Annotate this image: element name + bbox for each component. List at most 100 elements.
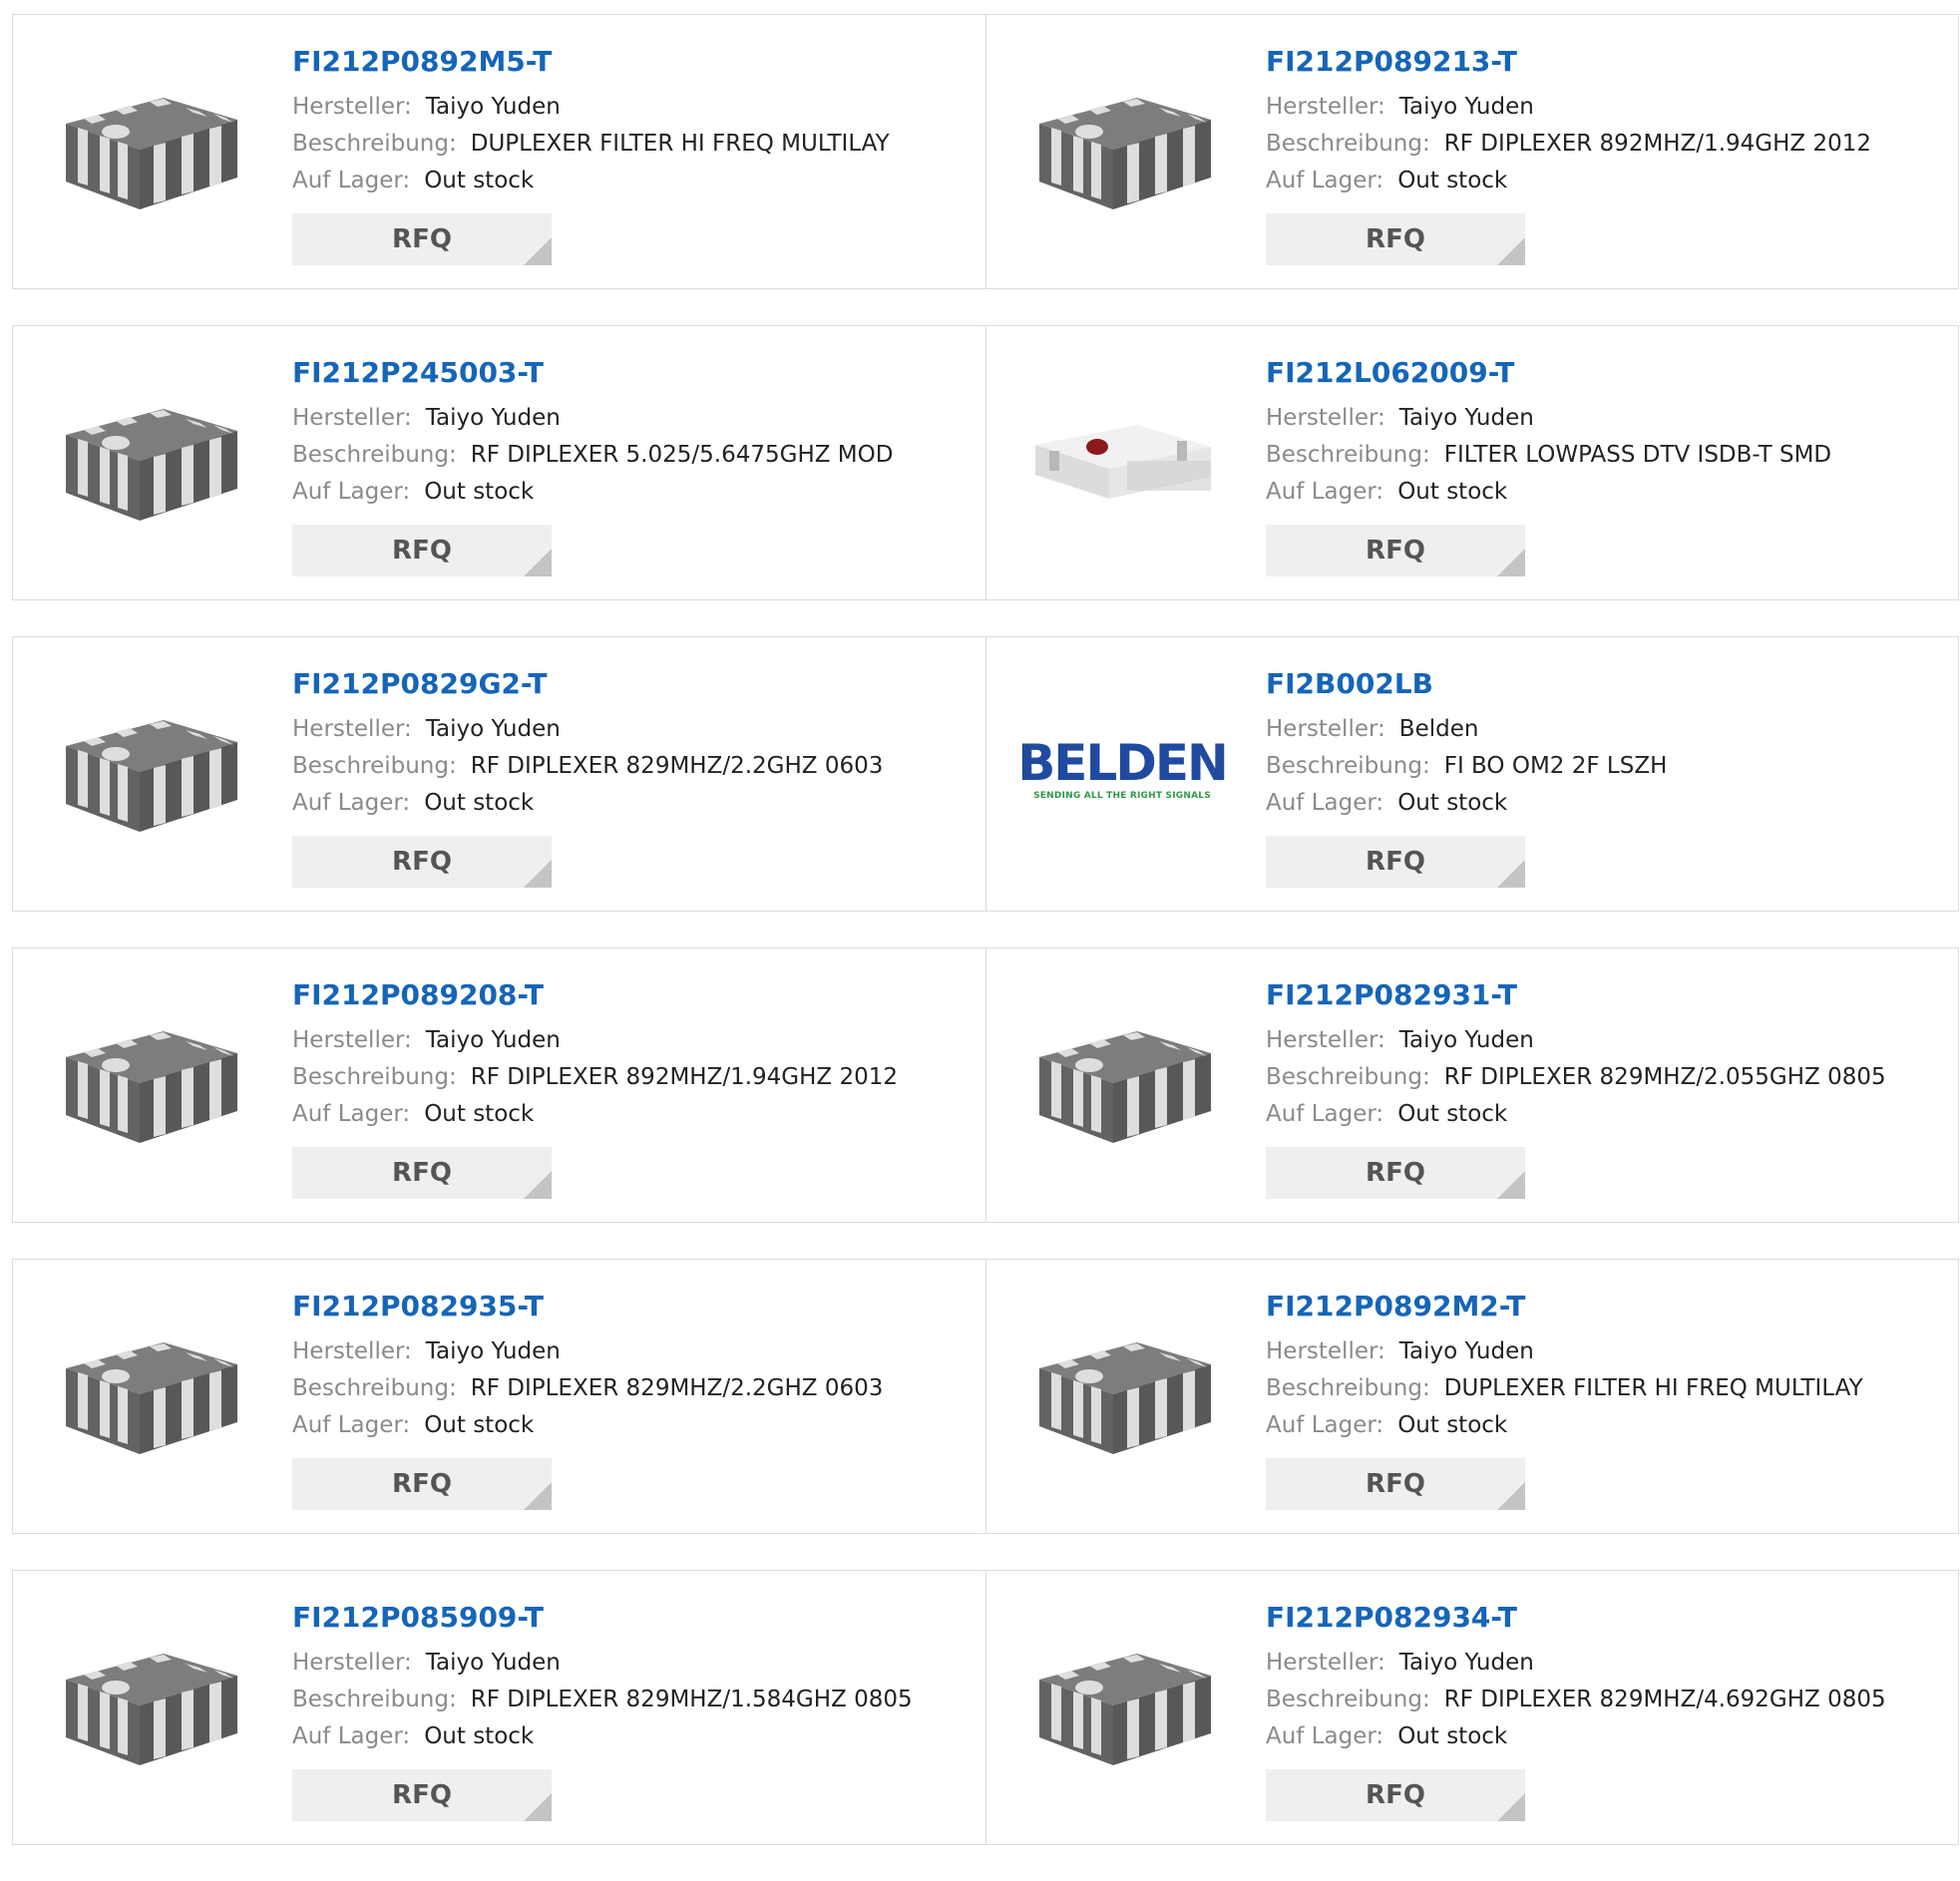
description-label: Beschreibung: bbox=[1266, 131, 1430, 157]
manufacturer-row: Hersteller: Taiyo Yuden bbox=[1266, 1645, 1938, 1682]
description-label: Beschreibung: bbox=[1266, 753, 1430, 779]
part-number-link[interactable]: FI212P245003-T bbox=[292, 356, 966, 390]
manufacturer-label: Hersteller: bbox=[292, 1027, 412, 1053]
manufacturer-label: Hersteller: bbox=[292, 1338, 412, 1364]
product-info: FI212P089213-T Hersteller: Taiyo Yuden Be… bbox=[1266, 45, 1938, 265]
product-card: FI212L062009-T Hersteller: Taiyo Yuden Be… bbox=[985, 325, 1959, 600]
manufacturer-row: Hersteller: Taiyo Yuden bbox=[292, 1645, 966, 1682]
rfq-button[interactable]: RFQ bbox=[292, 1458, 552, 1510]
part-number-link[interactable]: FI212P0829G2-T bbox=[292, 667, 966, 701]
product-info: FI2B002LB Hersteller: Belden Beschreibung… bbox=[1266, 667, 1938, 888]
manufacturer-value: Taiyo Yuden bbox=[425, 1650, 561, 1676]
part-number-link[interactable]: FI212P089213-T bbox=[1266, 45, 1938, 79]
stock-row: Auf Lager: Out stock bbox=[1266, 163, 1938, 199]
rfq-button[interactable]: RFQ bbox=[292, 836, 552, 888]
product-info: FI212P085909-T Hersteller: Taiyo Yuden Be… bbox=[292, 1601, 966, 1821]
stock-label: Auf Lager: bbox=[1266, 1723, 1384, 1749]
description-value: RF DIPLEXER 829MHZ/2.2GHZ 0603 bbox=[470, 753, 884, 779]
product-image[interactable] bbox=[1022, 1000, 1222, 1160]
part-number-link[interactable]: FI212P085909-T bbox=[292, 1601, 966, 1635]
stock-label: Auf Lager: bbox=[292, 479, 411, 505]
part-number-link[interactable]: FI212P089208-T bbox=[292, 978, 966, 1012]
description-label: Beschreibung: bbox=[1266, 1687, 1430, 1712]
description-label: Beschreibung: bbox=[292, 131, 457, 157]
rfq-button[interactable]: RFQ bbox=[292, 525, 552, 576]
stock-row: Auf Lager: Out stock bbox=[292, 1407, 966, 1444]
description-row: Beschreibung: RF DIPLEXER 5.025/5.6475GHZ… bbox=[292, 437, 966, 474]
rfq-button[interactable]: RFQ bbox=[1266, 1147, 1525, 1199]
manufacturer-value: Taiyo Yuden bbox=[1398, 94, 1534, 120]
description-row: Beschreibung: RF DIPLEXER 829MHZ/2.2GHZ 0… bbox=[292, 1370, 966, 1407]
stock-label: Auf Lager: bbox=[292, 790, 411, 816]
product-row: FI212P085909-T Hersteller: Taiyo Yuden Be… bbox=[12, 1570, 1960, 1845]
manufacturer-label: Hersteller: bbox=[292, 405, 412, 431]
diplexer-chip-icon bbox=[66, 720, 237, 832]
product-card: FI212P089208-T Hersteller: Taiyo Yuden Be… bbox=[12, 947, 986, 1223]
corner-triangle-icon bbox=[524, 549, 552, 576]
stock-label: Auf Lager: bbox=[1266, 1101, 1384, 1127]
rfq-button[interactable]: RFQ bbox=[292, 213, 552, 265]
stock-label: Auf Lager: bbox=[292, 168, 411, 193]
corner-triangle-icon bbox=[1497, 1482, 1525, 1510]
rfq-button[interactable]: RFQ bbox=[292, 1769, 552, 1821]
product-image[interactable] bbox=[49, 689, 248, 849]
product-card: FI212P0829G2-T Hersteller: Taiyo Yuden Be… bbox=[12, 636, 986, 912]
manufacturer-label: Hersteller: bbox=[1266, 1650, 1385, 1676]
product-row: FI212P089208-T Hersteller: Taiyo Yuden Be… bbox=[12, 947, 1960, 1223]
product-image[interactable] bbox=[49, 1312, 248, 1471]
rfq-button[interactable]: RFQ bbox=[1266, 1458, 1525, 1510]
manufacturer-label: Hersteller: bbox=[1266, 94, 1385, 120]
manufacturer-row: Hersteller: Taiyo Yuden bbox=[292, 1022, 966, 1059]
belden-logo: BELDEN SENDING ALL THE RIGHT SIGNALS bbox=[1017, 737, 1229, 801]
manufacturer-row: Hersteller: Taiyo Yuden bbox=[1266, 1022, 1938, 1059]
part-number-link[interactable]: FI212P082934-T bbox=[1266, 1601, 1938, 1635]
corner-triangle-icon bbox=[524, 1482, 552, 1510]
part-number-link[interactable]: FI212P0892M5-T bbox=[292, 45, 966, 79]
rfq-button[interactable]: RFQ bbox=[1266, 213, 1525, 265]
manufacturer-row: Hersteller: Taiyo Yuden bbox=[292, 1333, 966, 1370]
description-row: Beschreibung: DUPLEXER FILTER HI FREQ MUL… bbox=[292, 126, 966, 163]
description-value: RF DIPLEXER 829MHZ/1.584GHZ 0805 bbox=[470, 1687, 913, 1712]
part-number-link[interactable]: FI212P082931-T bbox=[1266, 978, 1938, 1012]
part-number-link[interactable]: FI212P0892M2-T bbox=[1266, 1290, 1938, 1323]
manufacturer-value: Taiyo Yuden bbox=[425, 1338, 561, 1364]
part-number-link[interactable]: FI2B002LB bbox=[1266, 667, 1938, 701]
product-card: FI212P085909-T Hersteller: Taiyo Yuden Be… bbox=[12, 1570, 986, 1845]
product-image[interactable] bbox=[49, 67, 248, 226]
description-value: RF DIPLEXER 829MHZ/4.692GHZ 0805 bbox=[1443, 1687, 1886, 1712]
description-value: FI BO OM2 2F LSZH bbox=[1443, 753, 1668, 779]
product-image[interactable] bbox=[49, 1000, 248, 1160]
stock-value: Out stock bbox=[1397, 1723, 1508, 1749]
stock-row: Auf Lager: Out stock bbox=[292, 1718, 966, 1755]
stock-label: Auf Lager: bbox=[1266, 1412, 1384, 1438]
manufacturer-label: Hersteller: bbox=[292, 94, 412, 120]
product-image[interactable] bbox=[49, 378, 248, 538]
rfq-button[interactable]: RFQ bbox=[1266, 525, 1525, 576]
rfq-button[interactable]: RFQ bbox=[1266, 1769, 1525, 1821]
stock-label: Auf Lager: bbox=[1266, 790, 1384, 816]
product-image[interactable]: BELDEN SENDING ALL THE RIGHT SIGNALS bbox=[1017, 689, 1229, 849]
manufacturer-row: Hersteller: Taiyo Yuden bbox=[1266, 400, 1938, 437]
part-number-link[interactable]: FI212P082935-T bbox=[292, 1290, 966, 1323]
rfq-button[interactable]: RFQ bbox=[1266, 836, 1525, 888]
product-card: FI212P089213-T Hersteller: Taiyo Yuden Be… bbox=[985, 14, 1959, 289]
rfq-button[interactable]: RFQ bbox=[292, 1147, 552, 1199]
stock-row: Auf Lager: Out stock bbox=[1266, 1096, 1938, 1133]
part-number-link[interactable]: FI212L062009-T bbox=[1266, 356, 1938, 390]
product-info: FI212P082931-T Hersteller: Taiyo Yuden Be… bbox=[1266, 978, 1938, 1199]
manufacturer-label: Hersteller: bbox=[292, 1650, 412, 1676]
stock-row: Auf Lager: Out stock bbox=[292, 163, 966, 199]
product-image[interactable] bbox=[1022, 1623, 1222, 1782]
stock-row: Auf Lager: Out stock bbox=[292, 474, 966, 511]
product-card: FI212P082934-T Hersteller: Taiyo Yuden Be… bbox=[985, 1570, 1959, 1845]
product-card: FI212P082935-T Hersteller: Taiyo Yuden Be… bbox=[12, 1259, 986, 1534]
stock-value: Out stock bbox=[1397, 1101, 1508, 1127]
manufacturer-value: Taiyo Yuden bbox=[1398, 1027, 1534, 1053]
product-image[interactable] bbox=[1022, 67, 1222, 226]
stock-row: Auf Lager: Out stock bbox=[1266, 785, 1938, 822]
product-image[interactable] bbox=[1022, 378, 1222, 538]
product-image[interactable] bbox=[49, 1623, 248, 1782]
product-info: FI212P0829G2-T Hersteller: Taiyo Yuden Be… bbox=[292, 667, 966, 888]
product-image[interactable] bbox=[1022, 1312, 1222, 1471]
product-row: FI212P082935-T Hersteller: Taiyo Yuden Be… bbox=[12, 1259, 1960, 1534]
